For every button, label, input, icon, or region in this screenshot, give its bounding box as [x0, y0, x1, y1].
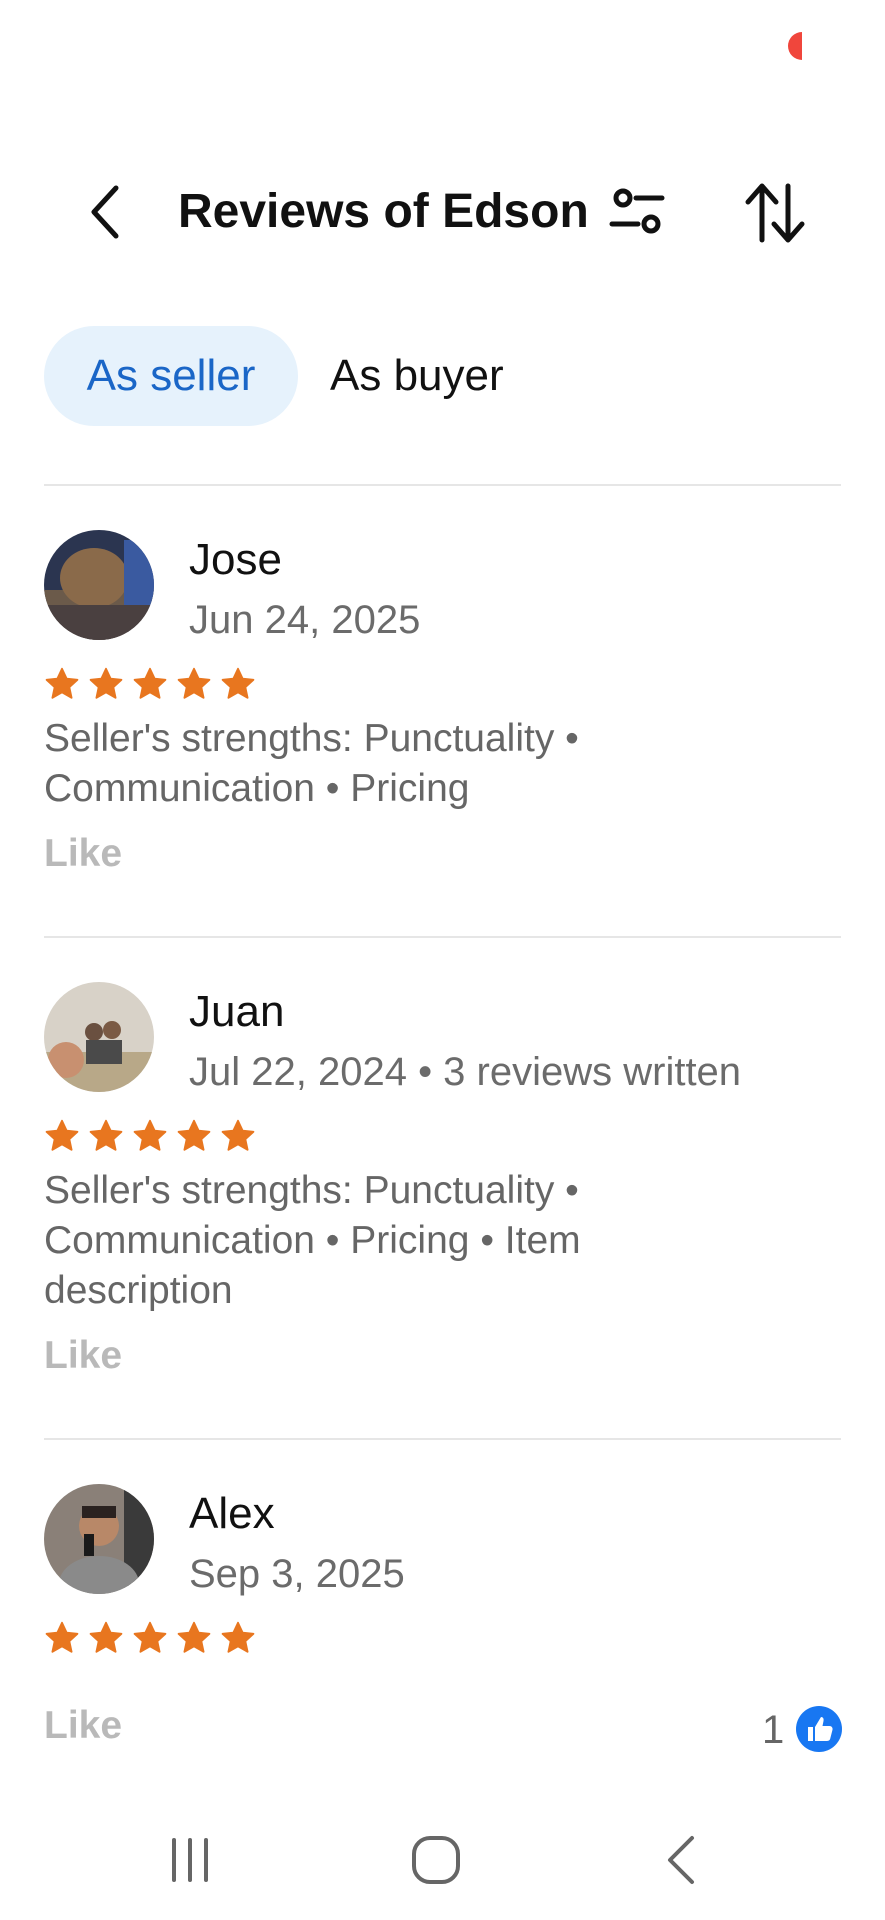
star-icon	[177, 1621, 211, 1653]
divider	[44, 936, 841, 938]
review-date: Jun 24, 2025	[189, 598, 421, 642]
back-button[interactable]	[78, 182, 138, 242]
system-navbar	[0, 1800, 885, 1920]
system-back-button[interactable]	[642, 1830, 722, 1890]
back-icon	[668, 1836, 694, 1884]
star-icon	[221, 667, 255, 699]
star-icon	[89, 1621, 123, 1653]
reviewer-name[interactable]: Alex	[189, 1488, 275, 1540]
star-icon	[133, 1119, 167, 1151]
recent-apps-button[interactable]	[150, 1830, 230, 1890]
star-icon	[177, 1119, 211, 1151]
avatar[interactable]	[44, 1484, 154, 1594]
star-rating	[44, 1620, 256, 1658]
notification-dot	[788, 32, 802, 60]
review-item: Alex Sep 3, 2025 Like 1	[44, 1484, 844, 1764]
like-button[interactable]: Like	[44, 1704, 122, 1748]
like-button[interactable]: Like	[44, 1334, 122, 1378]
divider	[44, 484, 841, 486]
star-icon	[177, 667, 211, 699]
app-header: Reviews of Edson	[0, 170, 885, 256]
review-item: Juan Jul 22, 2024 • 3 reviews written Se…	[44, 982, 844, 1392]
thumbs-up-icon	[808, 1717, 833, 1741]
divider	[44, 1438, 841, 1440]
like-count-badge[interactable]	[796, 1706, 842, 1752]
avatar[interactable]	[44, 530, 154, 640]
review-item: Jose Jun 24, 2025 Seller's strengths: Pu…	[44, 530, 844, 890]
star-icon	[133, 667, 167, 699]
star-rating	[44, 1118, 256, 1156]
review-date: Sep 3, 2025	[189, 1552, 405, 1596]
page-title: Reviews of Edson	[178, 185, 589, 238]
star-rating	[44, 666, 256, 704]
sort-button[interactable]	[740, 180, 810, 246]
star-icon	[221, 1621, 255, 1653]
avatar[interactable]	[44, 982, 154, 1092]
home-button[interactable]	[396, 1830, 476, 1890]
star-icon	[221, 1119, 255, 1151]
tab-as-buyer[interactable]: As buyer	[330, 326, 504, 426]
like-button[interactable]: Like	[44, 832, 122, 876]
recent-apps-icon	[172, 1838, 208, 1882]
chevron-left-icon	[91, 185, 119, 239]
star-icon	[133, 1621, 167, 1653]
home-icon	[412, 1836, 460, 1884]
sort-arrows-icon	[745, 183, 805, 243]
reviewer-name[interactable]: Juan	[189, 986, 284, 1038]
review-date: Jul 22, 2024 • 3 reviews written	[189, 1050, 742, 1094]
filter-sliders-icon	[609, 188, 665, 234]
filter-button[interactable]	[606, 184, 670, 242]
star-icon	[89, 667, 123, 699]
star-icon	[89, 1119, 123, 1151]
star-icon	[45, 667, 79, 699]
star-icon	[45, 1119, 79, 1151]
seller-strengths: Seller's strengths: Punctuality • Commun…	[44, 717, 579, 810]
tab-as-seller[interactable]: As seller	[44, 326, 298, 426]
seller-strengths: Seller's strengths: Punctuality • Commun…	[44, 1169, 581, 1312]
star-icon	[45, 1621, 79, 1653]
like-count: 1	[762, 1708, 785, 1752]
reviewer-name[interactable]: Jose	[189, 534, 282, 586]
